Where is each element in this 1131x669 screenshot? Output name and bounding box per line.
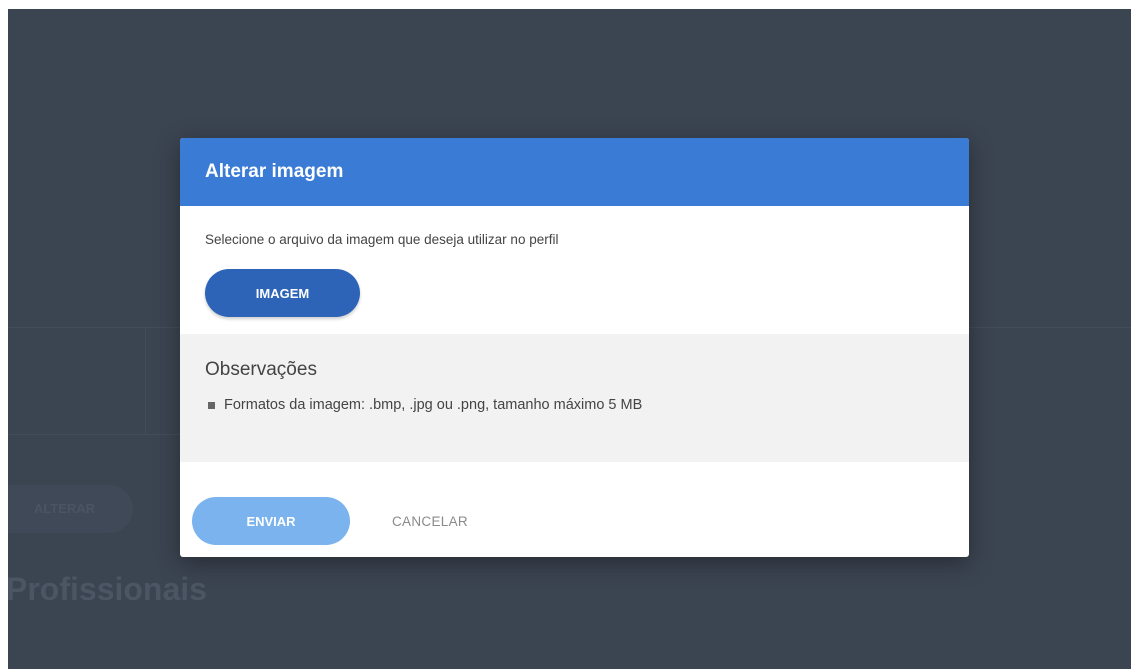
dialog-header: Alterar imagem [180, 138, 969, 206]
square-bullet-icon [208, 401, 215, 409]
list-item: Formatos da imagem: .bmp, .jpg ou .png, … [205, 397, 944, 413]
select-image-button[interactable]: IMAGEM [205, 269, 360, 317]
background-button: ALTERAR [8, 485, 133, 533]
background-divider [145, 327, 146, 435]
notes-list: Formatos da imagem: .bmp, .jpg ou .png, … [205, 397, 944, 413]
note-text: Formatos da imagem: .bmp, .jpg ou .png, … [224, 397, 643, 413]
dialog-footer: ENVIAR CANCELAR [192, 497, 472, 545]
dialog-body: Selecione o arquivo da imagem que deseja… [180, 206, 969, 334]
submit-button[interactable]: ENVIAR [192, 497, 350, 545]
cancel-button[interactable]: CANCELAR [388, 506, 472, 537]
instruction-text: Selecione o arquivo da imagem que deseja… [205, 232, 559, 247]
background-heading: Profissionais [8, 571, 207, 607]
notes-section: Observações Formatos da imagem: .bmp, .j… [180, 334, 969, 462]
change-image-dialog: Alterar imagem Selecione o arquivo da im… [180, 138, 969, 557]
background-divider [8, 434, 188, 435]
notes-title: Observações [205, 359, 317, 380]
dialog-title: Alterar imagem [205, 161, 344, 182]
